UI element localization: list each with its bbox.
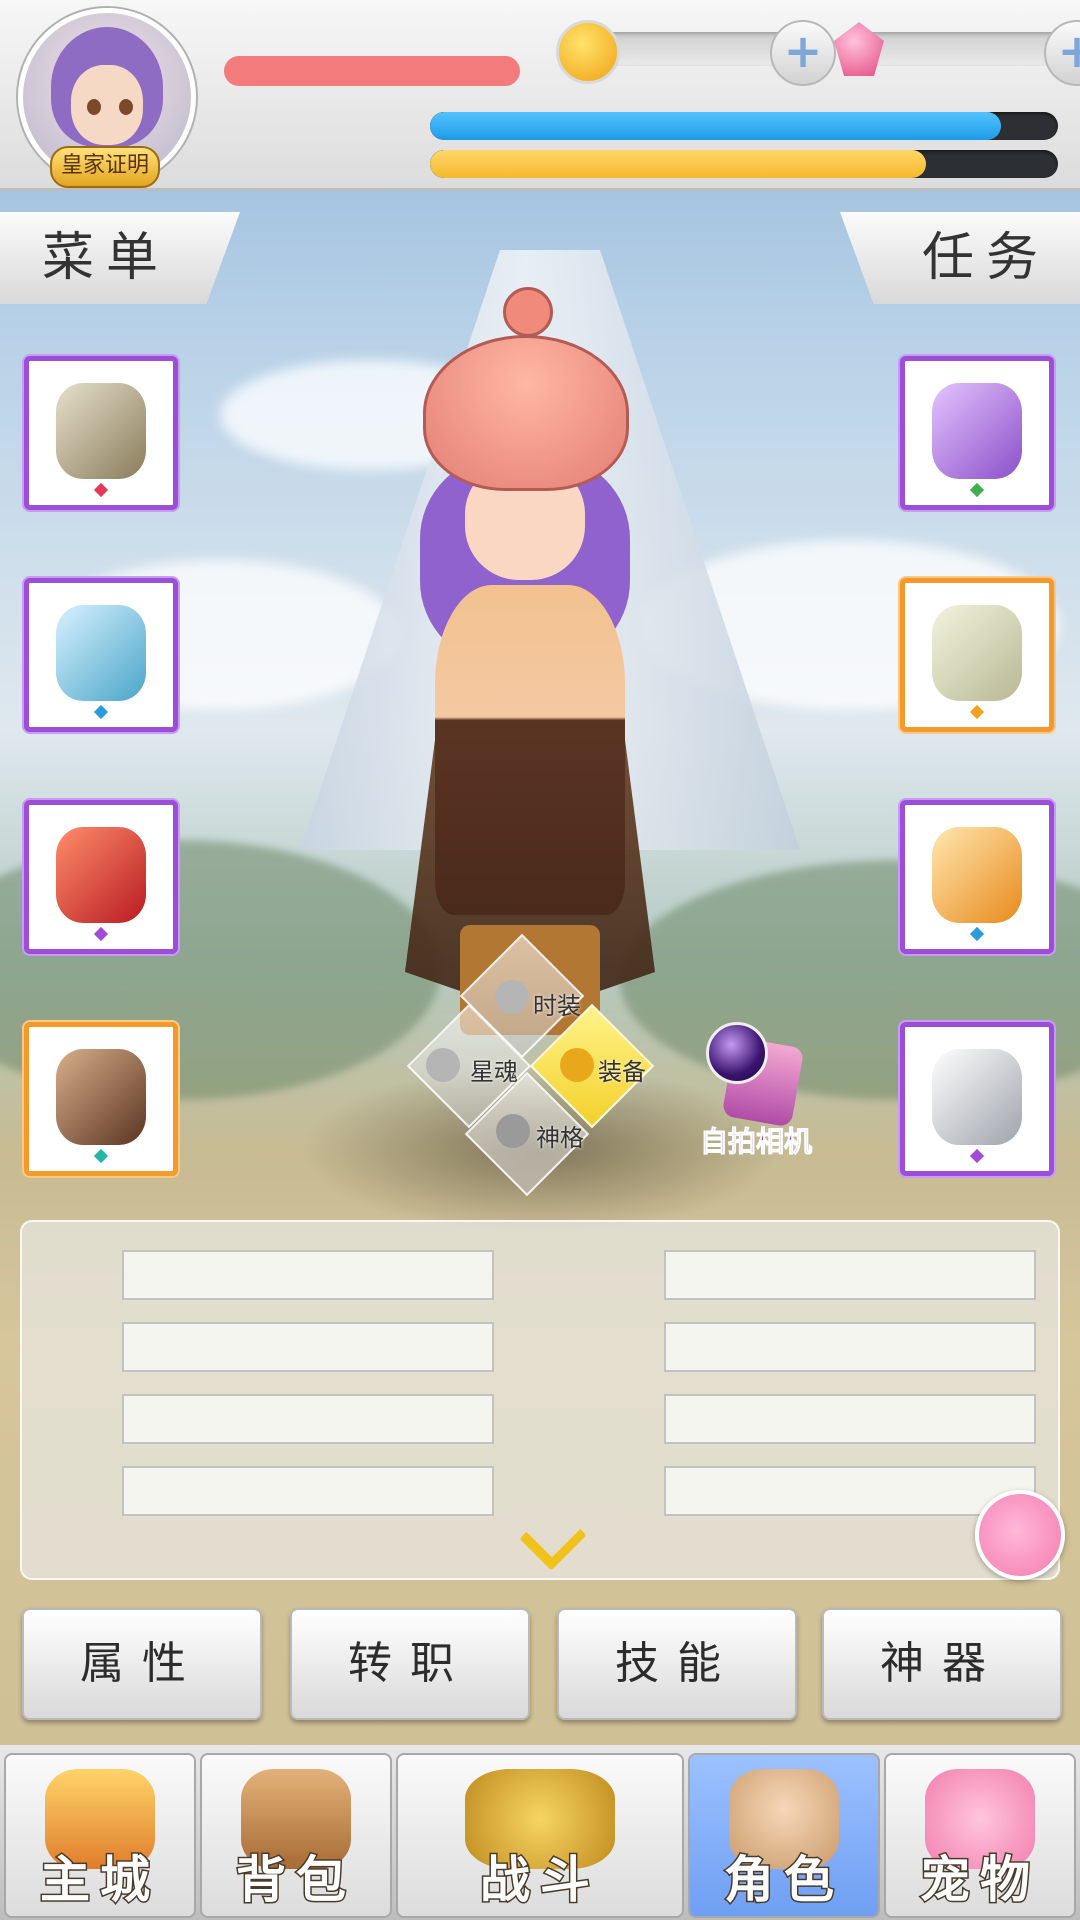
pet-poring-icon[interactable] [975,1490,1065,1580]
menu-tab[interactable]: 菜单 [0,212,240,304]
equipment-armor-icon [560,1048,594,1082]
staff-icon [56,605,146,701]
rarity-gem-icon [969,482,985,498]
attribute-field [664,1394,1036,1444]
exp-bar [430,150,1058,178]
attribute-field [664,1466,1036,1516]
rarity-gem-icon [969,926,985,942]
attribute-field [122,1394,494,1444]
attribute-field [122,1466,494,1516]
rarity-gem-icon [969,704,985,720]
equipment-label: 装备 [598,1058,646,1086]
hp-bar-fill [430,112,1002,140]
rarity-gem-icon [93,1148,109,1164]
attribute-field [122,1250,494,1300]
nav-main-city[interactable]: 主城 [4,1753,196,1918]
add-gem-button[interactable]: + [1044,20,1080,86]
character-model[interactable] [390,285,690,1045]
skills-button[interactable]: 技能 [557,1608,797,1720]
nav-battle[interactable]: 战斗 [396,1753,684,1918]
gold-currency: + [556,14,836,86]
camera-lens-icon [706,1022,768,1084]
nav-label: 宠物 [919,1850,1040,1911]
robe-icon [932,383,1022,479]
equipment-slot-left-1[interactable] [24,356,178,510]
rarity-gem-icon [969,1148,985,1164]
hp-bar [430,112,1058,140]
expand-chevron-icon[interactable] [519,1503,587,1571]
ring-icon [932,1049,1022,1145]
nav-label: 战斗 [479,1850,600,1911]
star-soul-icon [426,1048,460,1082]
scroll-icon [932,605,1022,701]
nav-label: 背包 [235,1850,356,1911]
gem-currency: + [830,14,1080,86]
artifact-button[interactable]: 神器 [822,1608,1062,1720]
equipment-slot-right-2[interactable] [900,578,1054,732]
task-tab[interactable]: 任务 [840,212,1080,304]
nav-label: 角色 [723,1850,844,1911]
equipment-slot-right-3[interactable] [900,800,1054,954]
cape-icon [56,827,146,923]
nav-backpack[interactable]: 背包 [200,1753,392,1918]
nav-character[interactable]: 角色 [688,1753,880,1918]
top-status-bar: 皇家证明 + + [0,0,1080,191]
fashion-hat-icon [495,980,529,1014]
bottom-navigation: 主城 背包 战斗 角色 宠物 [0,1745,1080,1920]
gold-coin-icon [556,20,620,84]
star-soul-label: 星魂 [470,1058,518,1086]
attributes-button[interactable]: 属性 [22,1608,262,1720]
pink-gem-icon [834,22,884,76]
equipment-slot-left-2[interactable] [24,578,178,732]
divinity-cube-icon [496,1114,530,1148]
nav-pet[interactable]: 宠物 [884,1753,1076,1918]
equipment-slot-right-1[interactable] [900,356,1054,510]
selfie-camera-button[interactable]: 自拍相机 [700,1016,820,1159]
selfie-camera-label: 自拍相机 [700,1125,813,1159]
royal-certificate-badge[interactable]: 皇家证明 [50,146,160,188]
rarity-gem-icon [93,482,109,498]
equipment-slot-right-4[interactable] [900,1022,1054,1176]
equipment-slot-left-3[interactable] [24,800,178,954]
divinity-label: 神格 [536,1124,584,1152]
equipment-slot-left-4[interactable] [24,1022,178,1176]
gauntlet-icon [56,1049,146,1145]
player-name-bar [224,56,520,86]
nav-label: 主城 [39,1850,160,1911]
headgear-icon [56,383,146,479]
job-change-button[interactable]: 转职 [290,1608,530,1720]
attribute-field [664,1322,1036,1372]
rarity-gem-icon [93,704,109,720]
attribute-field [122,1322,494,1372]
attribute-field [664,1250,1036,1300]
boots-icon [932,827,1022,923]
fashion-label: 时装 [533,992,581,1020]
rarity-gem-icon [93,926,109,942]
add-gold-button[interactable]: + [770,20,836,86]
exp-bar-fill [430,150,927,178]
attribute-panel [20,1220,1060,1580]
